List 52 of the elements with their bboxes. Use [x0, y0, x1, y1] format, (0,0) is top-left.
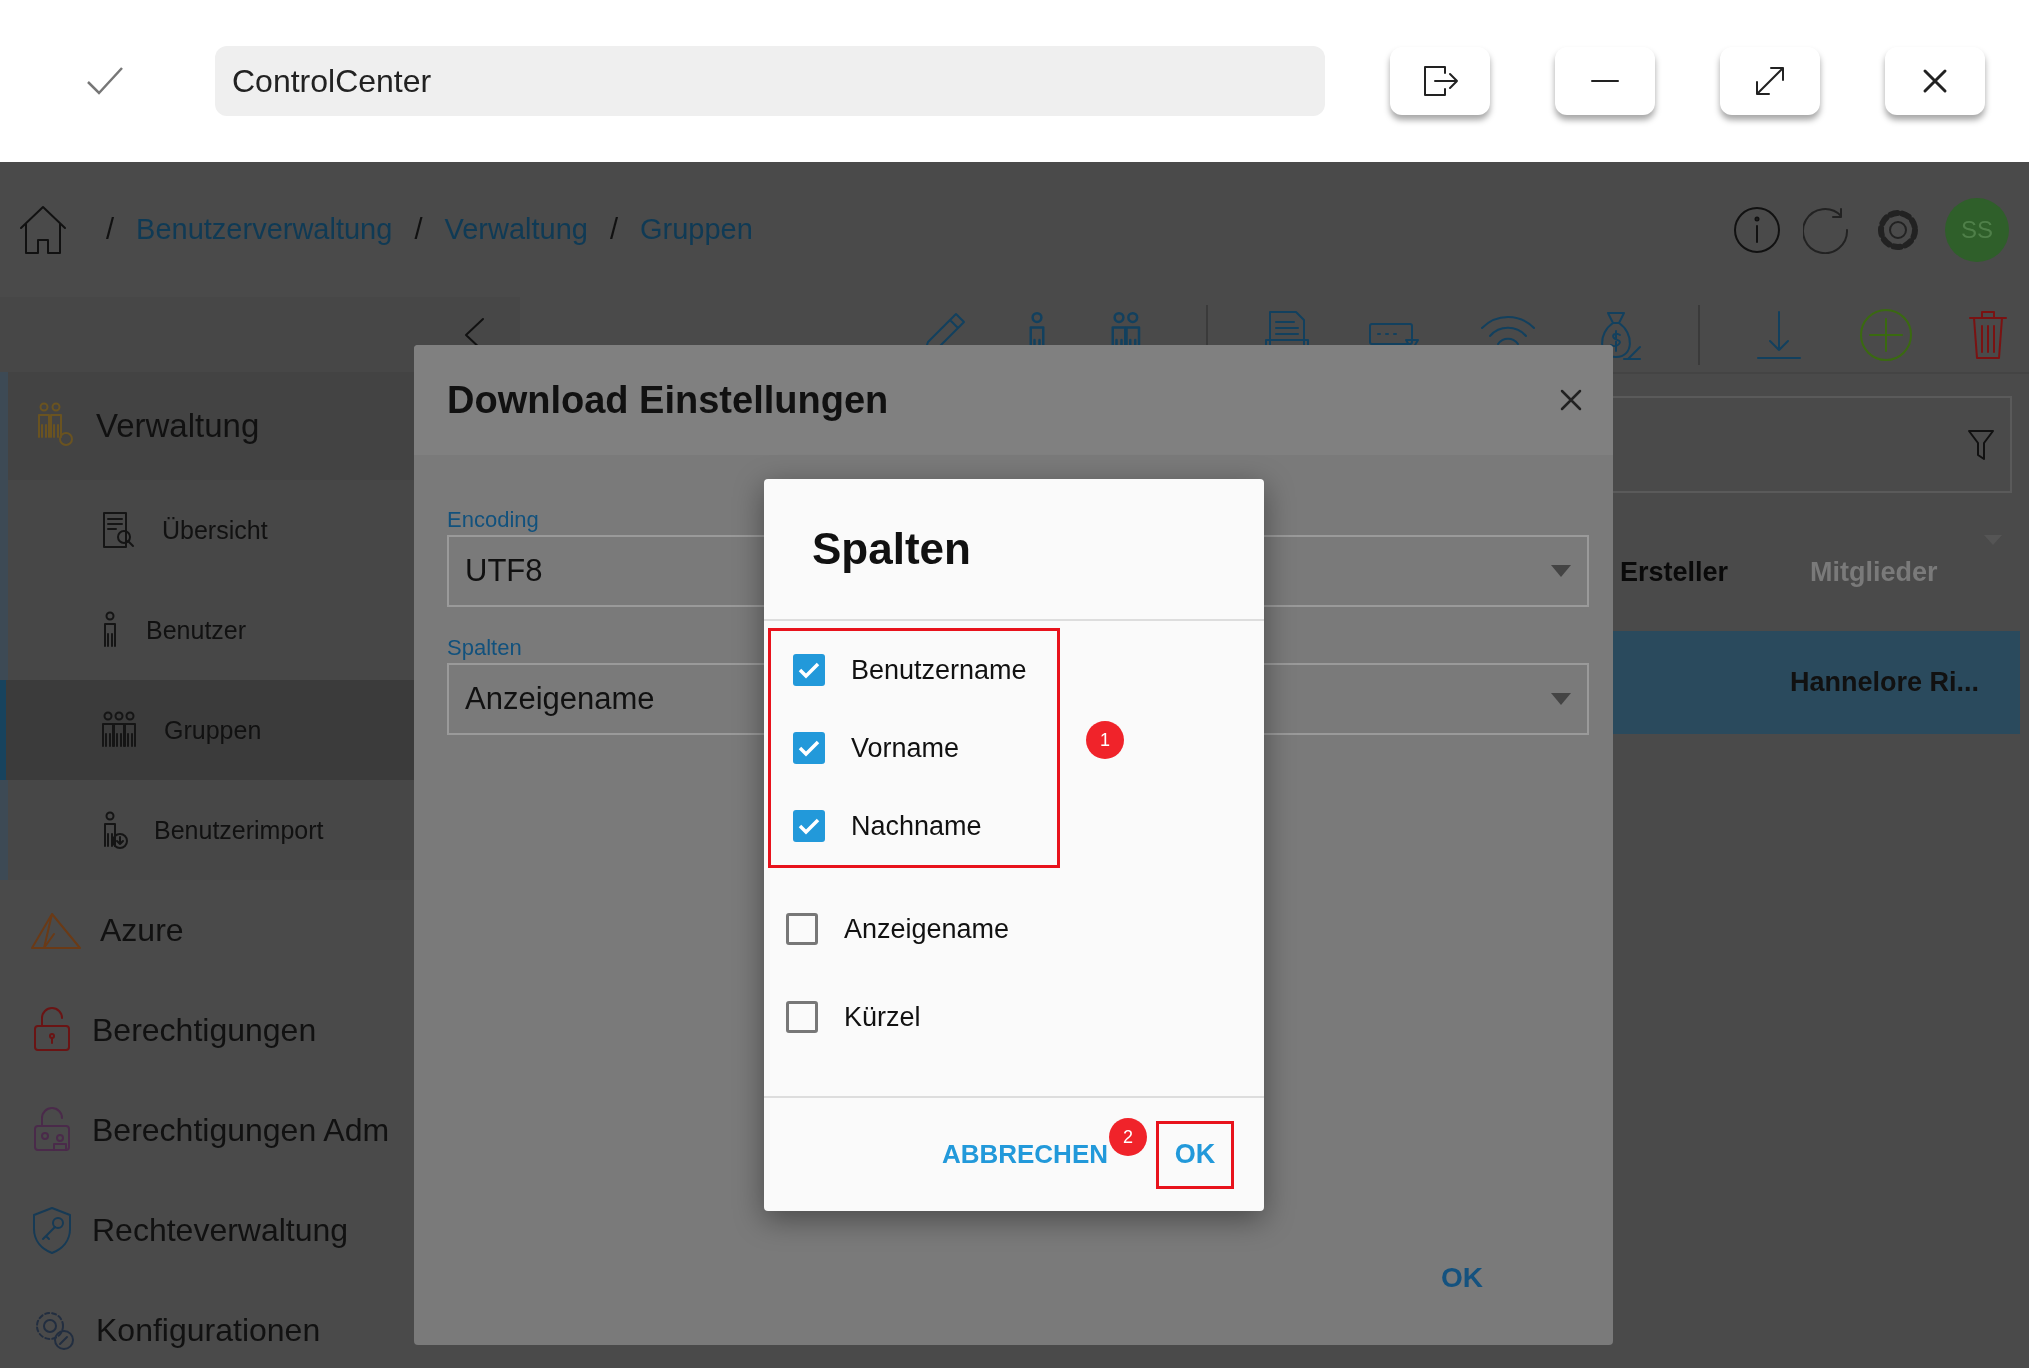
checkbox[interactable] — [786, 913, 818, 945]
window-title: ControlCenter — [215, 46, 1325, 116]
checkbox-label: Nachname — [851, 810, 982, 842]
breadcrumb-separator: / — [414, 213, 423, 246]
refresh-icon[interactable] — [1803, 205, 1851, 254]
maximize-icon — [1753, 64, 1787, 98]
checkmark-icon — [798, 661, 820, 679]
close-icon — [1559, 388, 1583, 412]
checkbox[interactable] — [786, 1001, 818, 1033]
checkbox-label: Benutzername — [851, 654, 1027, 686]
checkbox-label: Vorname — [851, 732, 960, 764]
info-icon[interactable] — [1733, 205, 1781, 254]
annotation-badge: 1 — [1086, 721, 1124, 759]
ok-button[interactable]: OK — [1156, 1120, 1234, 1189]
close-button[interactable] — [1885, 47, 1985, 115]
field-label: Encoding — [447, 507, 540, 533]
table-cell-text: Hannelore Ri... — [1790, 667, 1981, 698]
dialog-title: Spalten — [764, 479, 1264, 621]
sidebar-item[interactable]: Konfigurationen — [0, 1280, 520, 1368]
dropdown-caret-icon — [1551, 565, 1571, 577]
annotation-badge: 2 — [1109, 1118, 1147, 1156]
close-icon — [1922, 68, 1948, 94]
checkbox[interactable] — [793, 654, 825, 686]
checkbox[interactable] — [793, 810, 825, 842]
sidebar-item[interactable]: Rechteverwaltung — [0, 1180, 520, 1280]
dropdown-caret-icon — [1551, 693, 1571, 705]
checkmark-icon — [798, 739, 820, 757]
breadcrumb-link[interactable]: Gruppen — [640, 213, 753, 246]
field-label: Spalten — [447, 635, 523, 661]
exit-icon — [1421, 63, 1459, 99]
checkbox[interactable] — [793, 732, 825, 764]
breadcrumb-separator: / — [106, 213, 115, 246]
ok-button[interactable]: OK — [1435, 1261, 1489, 1295]
minimize-icon — [1590, 79, 1620, 83]
breadcrumb-separator: / — [609, 213, 618, 246]
breadcrumb-link[interactable]: Benutzerverwaltung — [136, 213, 393, 246]
filter-icon[interactable] — [1967, 427, 1995, 462]
cancel-button[interactable]: ABBRECHEN — [941, 1139, 1108, 1170]
shield-key-icon — [30, 1205, 74, 1255]
breadcrumb-link[interactable]: Verwaltung — [444, 213, 588, 246]
column-header[interactable]: Ersteller — [1620, 556, 1810, 588]
home-icon[interactable] — [18, 203, 68, 256]
checkbox-label: Anzeigename — [844, 913, 1010, 945]
maximize-button[interactable] — [1720, 47, 1820, 115]
close-button[interactable] — [1559, 388, 1583, 412]
exit-button[interactable] — [1390, 47, 1490, 115]
checkbox-label: Kürzel — [844, 1001, 921, 1033]
sidebar-item[interactable]: Azure — [0, 880, 520, 980]
checkmark-icon — [798, 817, 820, 835]
sidebar-item[interactable]: Berechtigungen — [0, 980, 520, 1080]
checkmark-icon — [85, 65, 125, 97]
sidebar-item[interactable]: Berechtigungen Adm — [0, 1080, 520, 1180]
